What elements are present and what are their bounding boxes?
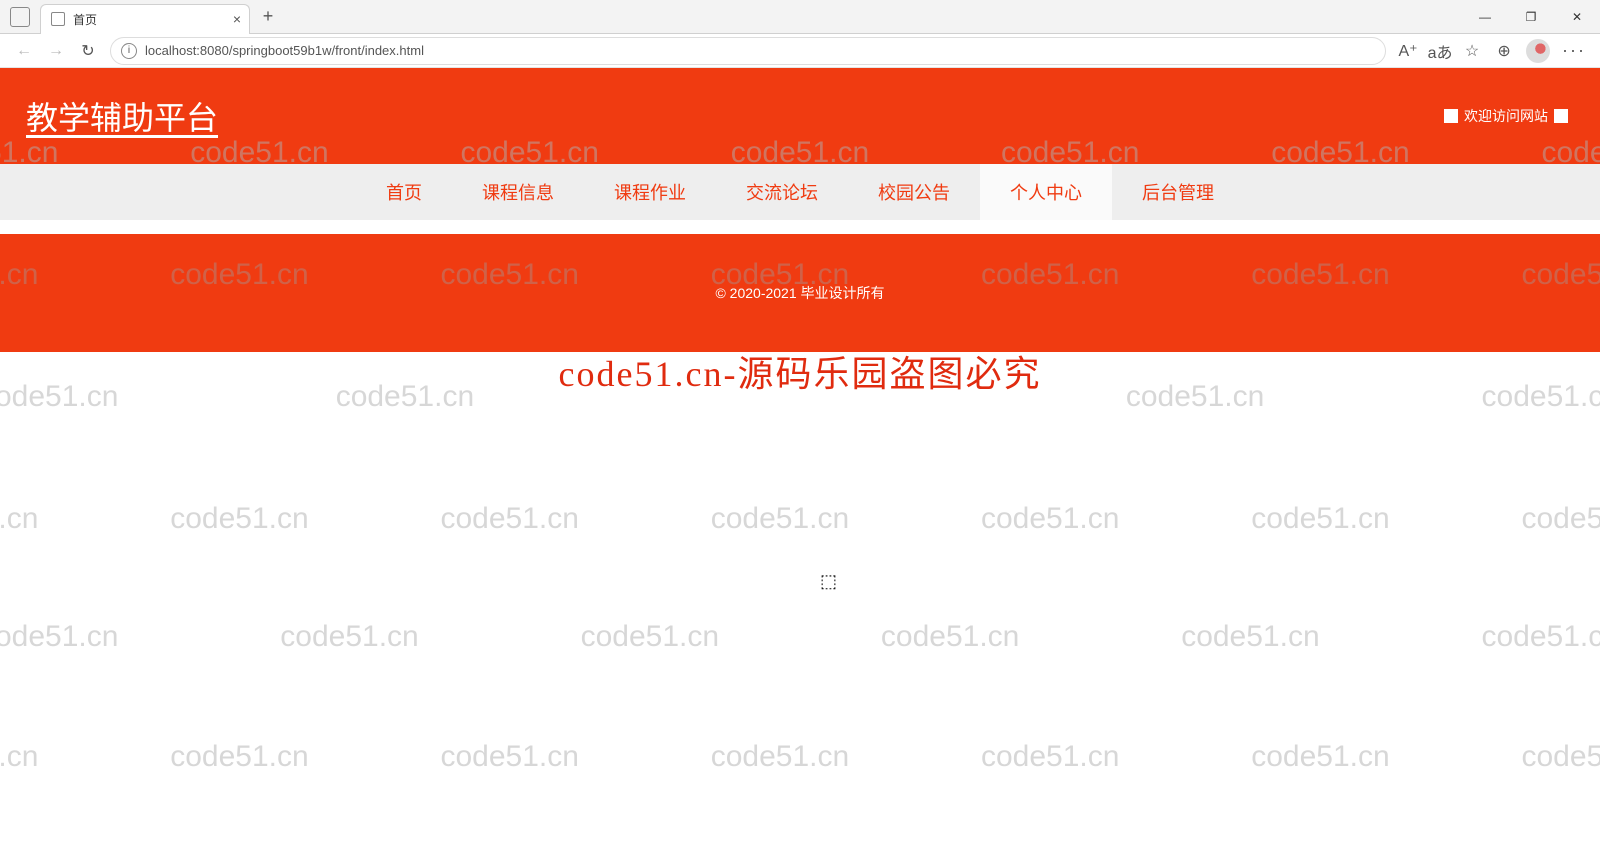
watermark-row: code51.cn code51.cn code51.cn code51.cn … [0, 620, 1600, 654]
window-controls: — ❐ ✕ [1462, 0, 1600, 34]
site-header: 教学辅助平台 欢迎访问网站 [0, 68, 1600, 164]
nav-refresh-button[interactable]: ↻ [72, 36, 104, 66]
url-input[interactable]: i localhost:8080/springboot59b1w/front/i… [110, 37, 1386, 65]
window-maximize-button[interactable]: ❐ [1508, 0, 1554, 34]
content-strip [0, 220, 1600, 234]
read-aloud-icon[interactable]: A⁺ [1392, 36, 1424, 66]
nav-campus-announcement[interactable]: 校园公告 [848, 164, 980, 220]
page-root: 教学辅助平台 欢迎访问网站 首页 课程信息 课程作业 交流论坛 校园公告 个人中… [0, 68, 1600, 352]
nav-admin[interactable]: 后台管理 [1112, 164, 1244, 220]
site-info-icon[interactable]: i [121, 43, 137, 59]
nav-course-info[interactable]: 课程信息 [452, 164, 584, 220]
main-nav: 首页 课程信息 课程作业 交流论坛 校园公告 个人中心 后台管理 [0, 164, 1600, 220]
watermark-row: code51.cn code51.cn code51.cn code51.cn … [0, 740, 1600, 774]
collections-icon[interactable]: ⊕ [1488, 36, 1520, 66]
nav-back-button[interactable]: ← [8, 36, 40, 66]
favorites-icon[interactable]: ☆ [1456, 36, 1488, 66]
browser-address-bar: ← → ↻ i localhost:8080/springboot59b1w/f… [0, 34, 1600, 68]
site-title[interactable]: 教学辅助平台 [26, 93, 218, 139]
watermark-row: code51.cn code51.cn code51.cn code51.cn … [0, 502, 1600, 536]
window-minimize-button[interactable]: — [1462, 0, 1508, 34]
nav-home[interactable]: 首页 [356, 164, 452, 220]
tab-strip: 首页 × + [0, 0, 282, 33]
nav-course-homework[interactable]: 课程作业 [584, 164, 716, 220]
nav-personal-center[interactable]: 个人中心 [980, 164, 1112, 220]
nav-forum[interactable]: 交流论坛 [716, 164, 848, 220]
new-tab-button[interactable]: + [254, 3, 282, 31]
url-text: localhost:8080/springboot59b1w/front/ind… [145, 43, 424, 58]
close-tab-icon[interactable]: × [233, 11, 241, 27]
translate-icon[interactable]: aあ [1424, 36, 1456, 66]
welcome-text: 欢迎访问网站 [1438, 106, 1574, 126]
tab-actions-icon[interactable] [10, 7, 30, 27]
tab-title: 首页 [73, 11, 97, 28]
watermark-overlay-text: code51.cn-源码乐园盗图必究 [0, 345, 1600, 397]
window-close-button[interactable]: ✕ [1554, 0, 1600, 34]
cursor-icon: ⬚ [820, 571, 837, 592]
profile-avatar[interactable] [1526, 39, 1550, 63]
browser-tab[interactable]: 首页 × [40, 4, 250, 34]
page-favicon-icon [51, 12, 65, 26]
nav-forward-button[interactable]: → [40, 36, 72, 66]
browser-titlebar: 首页 × + — ❐ ✕ [0, 0, 1600, 34]
site-footer: © 2020-2021 毕业设计所有 [0, 234, 1600, 352]
watermark-row: code51.cn code51.cn code51.cn code51.cn [0, 380, 1600, 414]
footer-text: © 2020-2021 毕业设计所有 [715, 283, 884, 303]
toolbar-right: A⁺ aあ ☆ ⊕ ··· [1392, 36, 1592, 66]
settings-menu-icon[interactable]: ··· [1556, 40, 1592, 61]
